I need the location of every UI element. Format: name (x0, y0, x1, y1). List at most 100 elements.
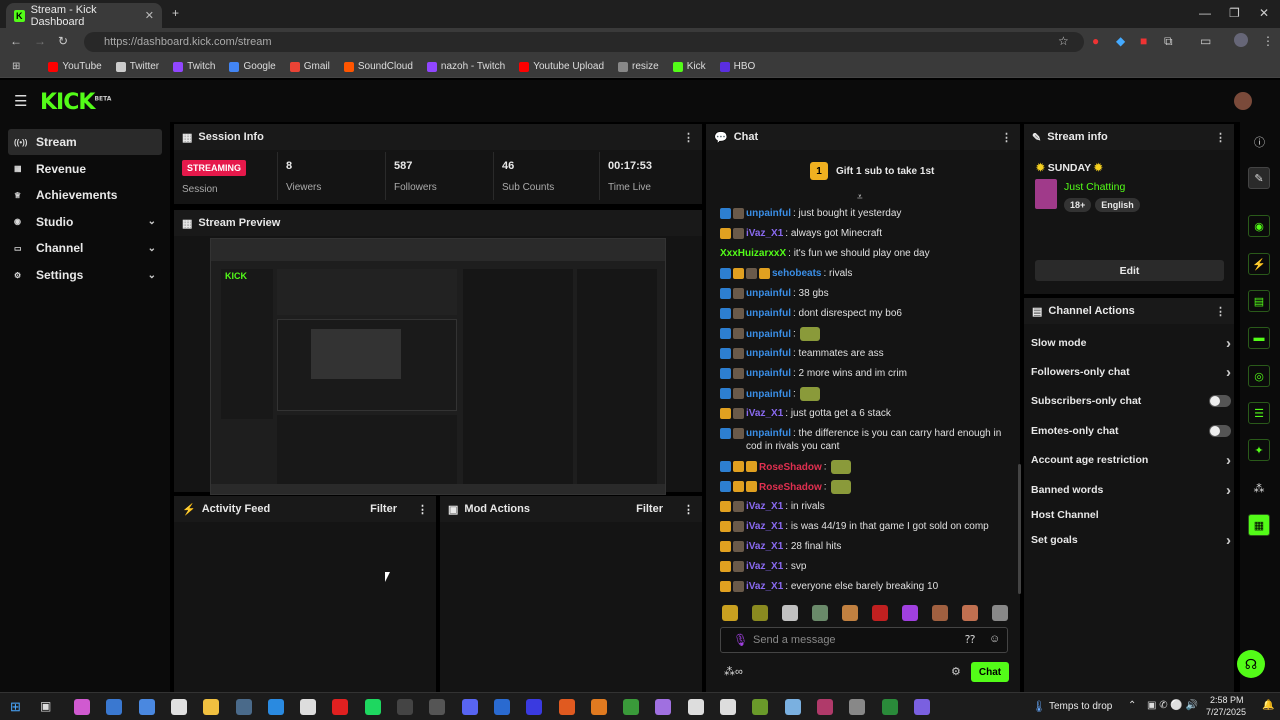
mod-badge-icon[interactable] (733, 481, 744, 492)
chat-username[interactable]: XxxHuizarxxX (720, 248, 786, 259)
taskbar-app-icon[interactable] (300, 699, 317, 715)
sub-badge-icon[interactable] (733, 388, 744, 399)
bookmark-item[interactable]: SoundCloud (343, 61, 413, 72)
channel-action-set-goals[interactable]: Set goals › (1031, 529, 1231, 551)
rail-clapper-icon[interactable]: ▦ (1248, 514, 1270, 536)
sub-badge-icon[interactable] (733, 368, 744, 379)
taskbar-app-icon[interactable] (429, 699, 446, 715)
bookmark-item[interactable]: Twitch (173, 61, 215, 72)
vip-badge-icon[interactable] (720, 288, 731, 299)
chat-username[interactable]: iVaz_X1 (746, 521, 783, 532)
rail-clipboard-icon[interactable]: ▤ (1248, 290, 1270, 312)
chat-username[interactable]: iVaz_X1 (746, 501, 783, 512)
taskbar-app-icon[interactable] (590, 699, 607, 715)
clock-date[interactable]: 7/27/2025 (1206, 707, 1246, 717)
session-menu-icon[interactable]: ⋮ (683, 131, 694, 144)
quick-emote[interactable] (992, 605, 1008, 621)
microphone-icon[interactable]: 🎙 (733, 633, 748, 647)
mod-badge-icon[interactable] (720, 408, 731, 419)
chevron-right-icon[interactable]: › (1226, 364, 1231, 381)
stream-preview-video[interactable]: KICK (210, 238, 666, 495)
notification-bell-icon[interactable]: 🔔 (1262, 700, 1274, 711)
tray-apps-icon[interactable]: ▣ ✆ ⚪ 🔊 (1147, 700, 1198, 711)
bookmark-item[interactable]: Gmail (289, 61, 330, 72)
sub-badge-icon[interactable] (733, 428, 744, 439)
bookmark-item[interactable]: Kick (672, 61, 706, 72)
quick-emote[interactable] (782, 605, 798, 621)
activity-menu-icon[interactable]: ⋮ (417, 503, 428, 516)
chat-username[interactable]: unpainful (746, 329, 791, 340)
bookmark-item[interactable]: nazoh - Twitch (426, 61, 505, 72)
chat-username[interactable]: RoseShadow (759, 462, 822, 473)
profile-avatar[interactable] (1234, 33, 1248, 47)
chat-username[interactable]: unpainful (746, 368, 791, 379)
channel-action-followers-only-chat[interactable]: Followers-only chat › (1031, 361, 1231, 383)
chat-username[interactable]: unpainful (746, 348, 791, 359)
taskbar-app-icon[interactable] (816, 699, 833, 715)
chat-scrollbar[interactable] (1018, 464, 1021, 594)
tray-chevron-icon[interactable]: ⌃ (1128, 700, 1136, 711)
bookmark-item[interactable]: YouTube (48, 61, 102, 72)
minimize-icon[interactable]: — (1199, 6, 1211, 20)
chat-username[interactable]: RoseShadow (759, 482, 822, 493)
mod-badge-icon[interactable] (733, 268, 744, 279)
taskbar-app-icon[interactable] (74, 699, 90, 715)
channel-actions-menu-icon[interactable]: ⋮ (1215, 305, 1226, 318)
category-thumbnail[interactable] (1035, 179, 1057, 209)
forward-icon[interactable]: → (34, 34, 46, 48)
sidebar-item-stream[interactable]: ((•)) Stream (8, 129, 162, 155)
rail-lightning-icon[interactable]: ⚡ (1248, 253, 1270, 275)
channel-action-host-channel[interactable]: Host Channel (1031, 504, 1231, 526)
chevron-right-icon[interactable]: › (1226, 452, 1231, 469)
toggle-switch[interactable] (1209, 395, 1231, 407)
chevron-down-icon[interactable]: ⌄ (148, 243, 156, 254)
sidepanel-icon[interactable]: ▭ (1200, 34, 1211, 48)
taskbar-app-icon[interactable] (623, 699, 640, 715)
mod-badge-icon[interactable] (720, 228, 731, 239)
activity-filter-button[interactable]: Filter (370, 503, 397, 515)
chat-username[interactable]: unpainful (746, 208, 791, 219)
rail-queue-icon[interactable]: ☰ (1248, 402, 1270, 424)
chat-username[interactable]: sehobeats (772, 268, 821, 279)
rail-wrench-icon[interactable]: ✦ (1248, 439, 1270, 461)
support-headset-icon[interactable]: ☊ (1237, 650, 1265, 678)
chat-username[interactable]: unpainful (746, 428, 791, 439)
sub-badge-icon[interactable] (733, 228, 744, 239)
taskbar-app-icon[interactable] (364, 699, 381, 715)
taskbar-app-icon[interactable] (106, 699, 123, 715)
maximize-icon[interactable]: ❐ (1229, 6, 1240, 20)
taskbar-app-icon[interactable] (526, 699, 543, 715)
toggle-switch[interactable] (1209, 425, 1231, 437)
sub-badge-icon[interactable] (733, 521, 744, 532)
taskbar-app-icon[interactable] (235, 699, 252, 715)
chat-username[interactable]: unpainful (746, 288, 791, 299)
chat-input[interactable]: 🎙 Send a message ⁇ ☺ (720, 627, 1008, 653)
new-tab-icon[interactable]: + (172, 6, 179, 20)
taskbar-app-icon[interactable] (558, 699, 575, 715)
vip-badge-icon[interactable] (720, 348, 731, 359)
mod-menu-icon[interactable]: ⋮ (683, 503, 694, 516)
mod-badge-icon[interactable] (759, 268, 770, 279)
vip-badge-icon[interactable] (720, 308, 731, 319)
chevron-down-icon[interactable]: ⌄ (148, 216, 156, 227)
channel-action-subscribers-only-chat[interactable]: Subscribers-only chat (1031, 390, 1231, 412)
sub-badge-icon[interactable] (733, 288, 744, 299)
tag-18-plus[interactable]: 18+ (1064, 198, 1092, 212)
chat-username[interactable]: iVaz_X1 (746, 581, 783, 592)
quick-emote[interactable] (962, 605, 978, 621)
url-bar[interactable]: https://dashboard.kick.com/stream (84, 32, 1084, 52)
clock-time[interactable]: 2:58 PM (1210, 695, 1244, 705)
quick-emote[interactable] (842, 605, 858, 621)
channel-action-banned-words[interactable]: Banned words › (1031, 479, 1231, 501)
rail-edit-icon[interactable]: ✎ (1248, 167, 1270, 189)
chrome-menu-icon[interactable]: ⋮ (1262, 34, 1274, 48)
vip-badge-icon[interactable] (720, 481, 731, 492)
taskbar-app-icon[interactable] (784, 699, 801, 715)
sub-badge-icon[interactable] (733, 348, 744, 359)
chevron-down-icon[interactable]: ⌄ (148, 270, 156, 281)
taskbar-app-icon[interactable] (655, 699, 672, 715)
taskbar-app-icon[interactable] (397, 699, 413, 715)
infinity-icon[interactable]: ⁂∞ (724, 665, 743, 678)
mod-badge-icon[interactable] (720, 561, 731, 572)
reload-icon[interactable]: ↻ (58, 34, 68, 48)
